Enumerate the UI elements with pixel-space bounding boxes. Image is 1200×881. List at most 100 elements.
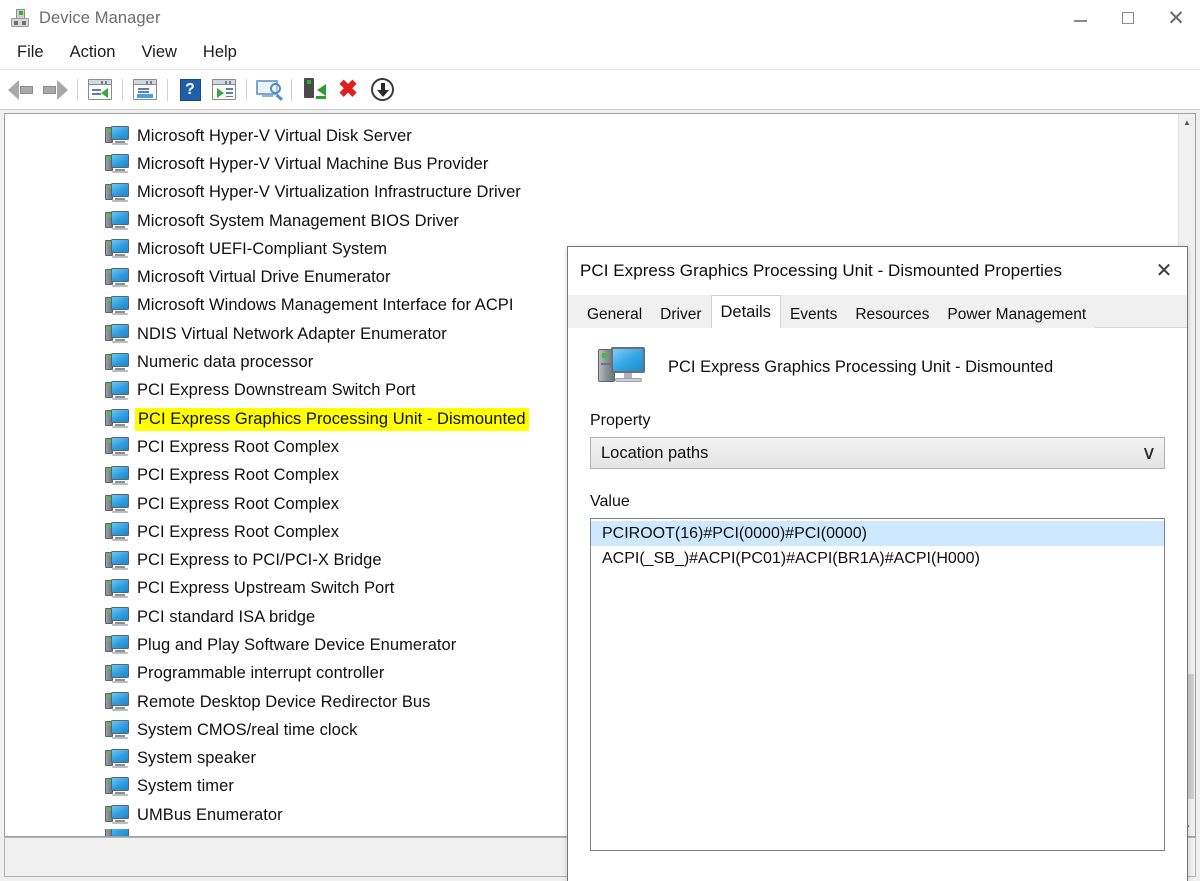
- tab-general[interactable]: General: [578, 302, 652, 328]
- tree-item-label: PCI Express to PCI/PCI-X Bridge: [137, 551, 382, 570]
- device-icon: [105, 522, 129, 542]
- tab-driver[interactable]: Driver: [651, 302, 711, 328]
- back-button[interactable]: [4, 73, 38, 107]
- device-icon: [105, 829, 129, 836]
- tree-item-label: PCI Express Root Complex: [137, 466, 340, 485]
- show-hide-action-pane-button[interactable]: [207, 73, 241, 107]
- tree-item-label: Programmable interrupt controller: [137, 664, 385, 683]
- dialog-tab-strip: General Driver Details Events Resources …: [568, 295, 1187, 328]
- tree-item[interactable]: Microsoft Hyper-V Virtual Machine Bus Pr…: [5, 150, 1178, 178]
- value-list-item[interactable]: ACPI(_SB_)#ACPI(PC01)#ACPI(BR1A)#ACPI(H0…: [591, 546, 1164, 571]
- maximize-button[interactable]: [1104, 0, 1152, 36]
- toolbar: ? ✖: [0, 70, 1200, 110]
- properties-window-icon: [133, 79, 157, 100]
- uninstall-device-button[interactable]: ✖: [331, 73, 365, 107]
- window-title-bar: Device Manager ✕: [0, 0, 1200, 36]
- device-icon: [105, 154, 129, 174]
- tree-item-label: Microsoft Windows Management Interface f…: [137, 296, 514, 315]
- tree-item-label: Plug and Play Software Device Enumerator: [137, 635, 457, 654]
- tree-item-label: PCI Express Upstream Switch Port: [137, 579, 395, 598]
- device-icon: [105, 805, 129, 825]
- device-icon: [105, 182, 129, 203]
- toolbar-separator: [122, 78, 123, 101]
- device-icon: [105, 380, 129, 401]
- tree-item-label: Microsoft Hyper-V Virtual Machine Bus Pr…: [137, 154, 489, 173]
- menu-bar: File Action View Help: [0, 36, 1200, 70]
- tree-item-label: PCI standard ISA bridge: [137, 607, 316, 626]
- value-label: Value: [590, 493, 630, 510]
- device-icon: [105, 126, 129, 146]
- device-properties-dialog: PCI Express Graphics Processing Unit - D…: [567, 246, 1188, 881]
- help-button[interactable]: ?: [173, 73, 207, 107]
- scroll-up-icon[interactable]: ▲: [1179, 114, 1195, 131]
- tree-item-label: Remote Desktop Device Redirector Bus: [137, 692, 431, 711]
- minimize-icon: [1073, 20, 1087, 22]
- tree-item-label: UMBus Enumerator: [137, 805, 283, 824]
- device-manager-window: Device Manager ✕ File Action View Help ?…: [0, 0, 1200, 881]
- value-list-item[interactable]: PCIROOT(16)#PCI(0000)#PCI(0000): [591, 521, 1164, 546]
- close-button[interactable]: ✕: [1152, 0, 1200, 36]
- device-name: PCI Express Graphics Processing Unit - D…: [668, 358, 1054, 376]
- menu-item-help[interactable]: Help: [190, 39, 250, 66]
- update-driver-icon: [302, 78, 326, 101]
- toolbar-separator: [291, 78, 292, 101]
- tab-details[interactable]: Details: [710, 295, 781, 328]
- device-icon: [105, 267, 129, 288]
- property-dropdown[interactable]: Location paths ∨: [590, 437, 1165, 469]
- tab-events[interactable]: Events: [780, 302, 847, 328]
- tree-item-label: Microsoft UEFI-Compliant System: [137, 239, 388, 258]
- device-icon: [105, 776, 129, 797]
- menu-item-view[interactable]: View: [128, 39, 189, 66]
- dialog-close-button[interactable]: ✕: [1141, 247, 1187, 293]
- disable-device-button[interactable]: [365, 73, 399, 107]
- device-manager-icon: [9, 7, 31, 29]
- window-title: Device Manager: [39, 8, 161, 27]
- maximize-icon: [1122, 12, 1134, 24]
- tree-item-label: NDIS Virtual Network Adapter Enumerator: [137, 324, 447, 343]
- tree-item[interactable]: Microsoft System Management BIOS Driver: [5, 207, 1178, 235]
- menu-item-action[interactable]: Action: [57, 39, 129, 66]
- tree-item[interactable]: Microsoft Hyper-V Virtualization Infrast…: [5, 179, 1178, 207]
- device-header: PCI Express Graphics Processing Unit - D…: [590, 346, 1165, 390]
- close-icon: ✕: [1167, 6, 1185, 30]
- forward-button[interactable]: [38, 73, 72, 107]
- chevron-down-icon: ∨: [1141, 442, 1157, 464]
- device-icon: [105, 465, 129, 486]
- dialog-title-bar: PCI Express Graphics Processing Unit - D…: [568, 247, 1187, 295]
- tab-power-management[interactable]: Power Management: [938, 302, 1096, 328]
- show-hide-console-tree-button[interactable]: [83, 73, 117, 107]
- red-x-icon: ✖: [337, 75, 359, 103]
- console-tree-icon: [88, 79, 112, 100]
- minimize-button[interactable]: [1056, 0, 1104, 36]
- value-list-box[interactable]: PCIROOT(16)#PCI(0000)#PCI(0000) ACPI(_SB_…: [590, 518, 1165, 851]
- tree-item[interactable]: Microsoft Hyper-V Virtual Disk Server: [5, 122, 1178, 150]
- tab-resources[interactable]: Resources: [846, 302, 939, 328]
- scan-for-hardware-changes-button[interactable]: [252, 73, 286, 107]
- device-icon: [105, 352, 129, 373]
- tree-item-label: Microsoft Virtual Drive Enumerator: [137, 268, 391, 287]
- device-icon: [105, 239, 129, 259]
- device-icon: [105, 635, 129, 655]
- action-pane-icon: [212, 79, 236, 100]
- close-icon: ✕: [1155, 259, 1173, 282]
- toolbar-separator: [246, 78, 247, 101]
- tree-item-label: Microsoft System Management BIOS Driver: [137, 211, 459, 230]
- property-selected-value: Location paths: [601, 443, 709, 462]
- tree-item-label: Numeric data processor: [137, 353, 314, 372]
- help-question-icon: ?: [179, 78, 201, 101]
- tree-item-label: System speaker: [137, 749, 256, 768]
- toolbar-separator: [167, 78, 168, 101]
- update-driver-button[interactable]: [297, 73, 331, 107]
- device-icon: [105, 437, 129, 457]
- tree-item-label: PCI Express Graphics Processing Unit - D…: [137, 409, 527, 429]
- device-icon: [105, 409, 129, 429]
- device-icon: [105, 550, 129, 571]
- window-controls: ✕: [1056, 0, 1200, 36]
- tree-item-label: PCI Express Downstream Switch Port: [137, 381, 416, 400]
- device-icon: [105, 663, 129, 684]
- properties-button[interactable]: [128, 73, 162, 107]
- device-icon: [105, 295, 129, 316]
- dialog-title: PCI Express Graphics Processing Unit - D…: [580, 261, 1063, 280]
- menu-item-file[interactable]: File: [4, 39, 57, 66]
- device-icon: [105, 748, 129, 769]
